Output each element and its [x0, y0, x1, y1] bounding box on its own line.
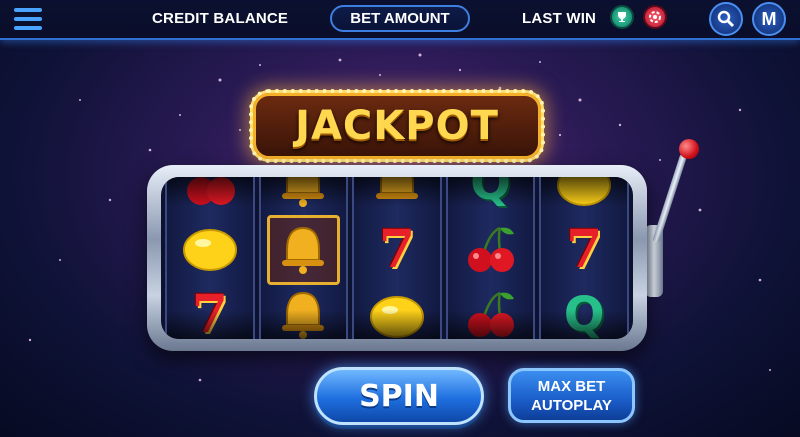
last-win-label: LAST WIN [522, 10, 597, 27]
bell-symbol [366, 177, 428, 211]
bell-symbol [272, 177, 334, 211]
reel-5: 7 Q [539, 177, 629, 339]
marquee-lights [249, 89, 545, 163]
lemon-symbol [553, 177, 615, 211]
autoplay-label: AUTOPLAY [531, 396, 612, 414]
q-symbol: Q [470, 177, 511, 211]
chip-icon[interactable] [643, 5, 667, 29]
seven-symbol: 7 [566, 219, 603, 280]
max-bet-label: MAX BET [537, 377, 606, 395]
seven-symbol: 7 [191, 284, 228, 340]
reel-4: Q [445, 177, 536, 339]
reel-3: 7 [352, 177, 442, 339]
winning-highlight [266, 215, 341, 285]
trophy-icon[interactable] [610, 5, 634, 29]
cherry-symbol [460, 287, 522, 339]
spin-button[interactable]: SPIN [314, 367, 484, 425]
lever-knob[interactable] [679, 139, 699, 159]
reel-2 [258, 177, 349, 339]
jackpot-sign: JACKPOT [249, 89, 545, 163]
slot-machine: 7 7 Q 7 Q [147, 165, 647, 351]
reel-window: 7 7 Q 7 Q [161, 177, 633, 339]
q-symbol: Q [563, 287, 605, 339]
bet-amount-button[interactable]: BET AMOUNT [330, 5, 470, 32]
bell-symbol [272, 287, 334, 339]
lemon-symbol [366, 287, 428, 339]
cherry-symbol [179, 177, 241, 211]
lemon-symbol [179, 222, 241, 278]
max-bet-autoplay-button[interactable]: MAX BET AUTOPLAY [508, 368, 635, 423]
bell-symbol [272, 222, 334, 278]
reel-1: 7 [165, 177, 255, 339]
menu-icon[interactable] [14, 8, 42, 30]
lever-arm[interactable] [652, 153, 688, 244]
top-bar: CREDIT BALANCE BET AMOUNT LAST WIN M [0, 0, 800, 40]
m-logo-icon[interactable]: M [752, 2, 786, 36]
cherry-symbol [460, 222, 522, 278]
seven-symbol: 7 [378, 219, 416, 280]
credit-balance-label: CREDIT BALANCE [152, 10, 289, 27]
search-icon[interactable] [709, 2, 743, 36]
